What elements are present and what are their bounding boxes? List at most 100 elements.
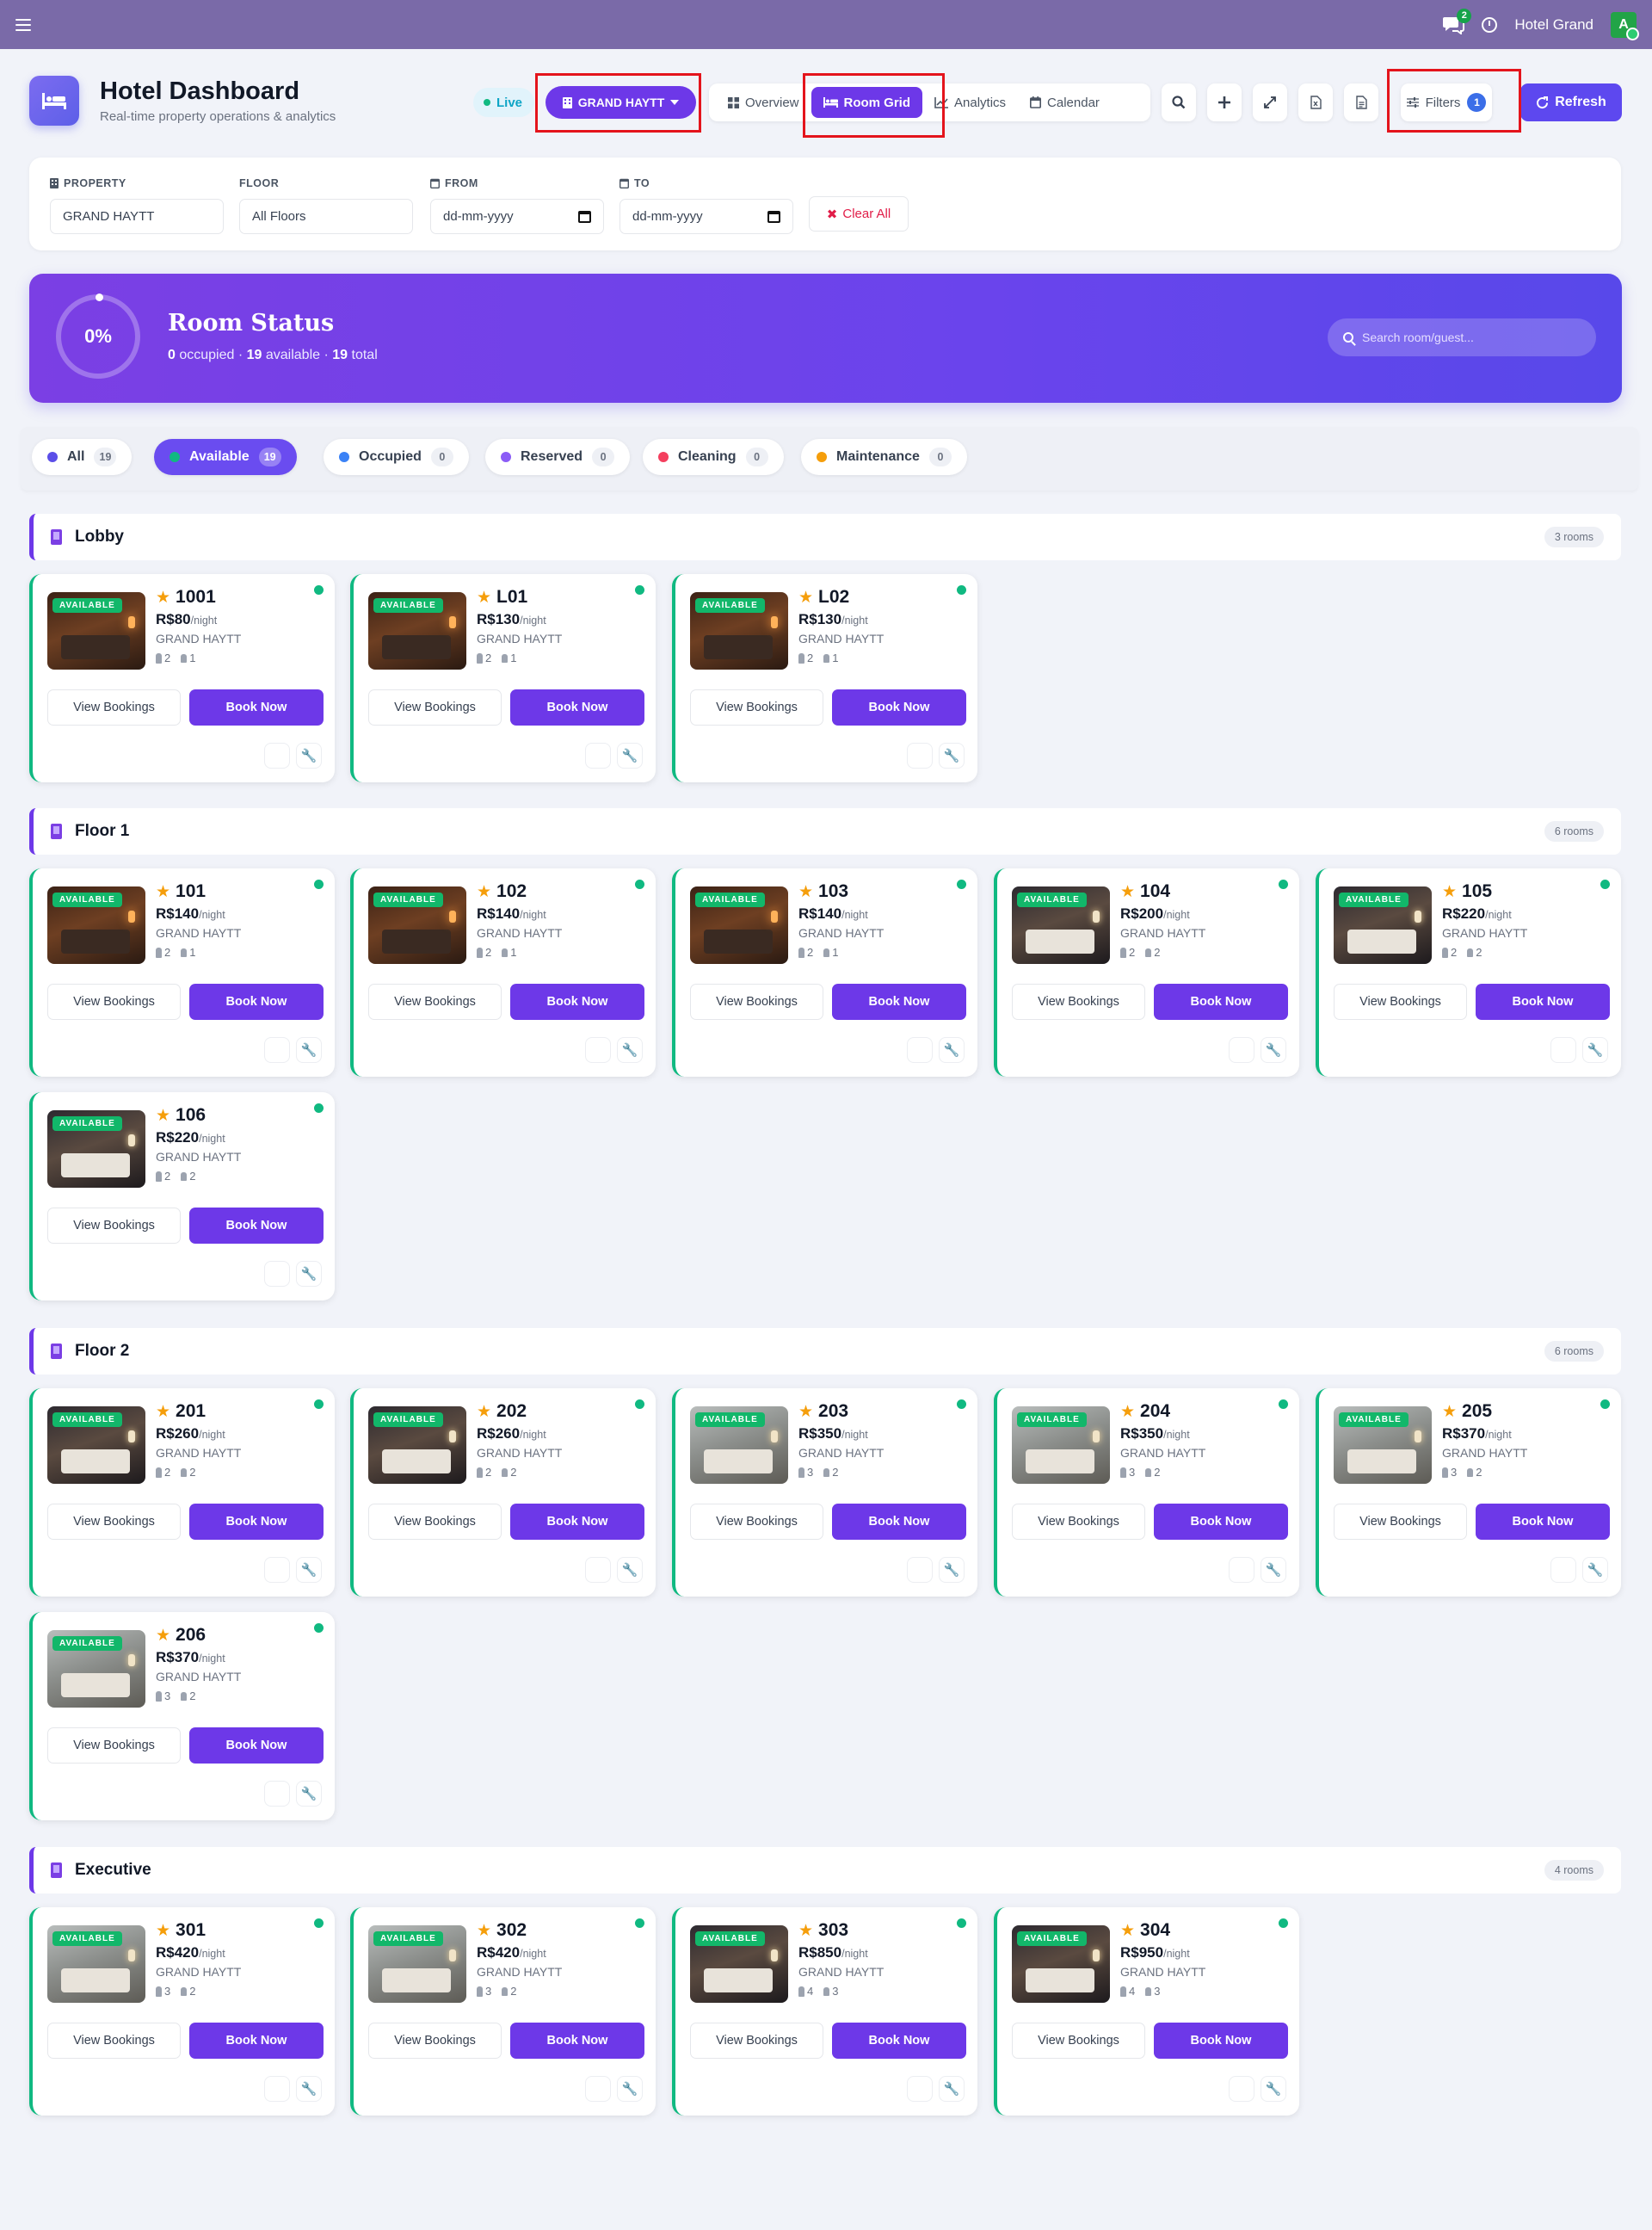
view-bookings-button[interactable]: View Bookings xyxy=(47,689,181,726)
book-now-button[interactable]: Book Now xyxy=(832,1504,966,1540)
maintenance-button[interactable]: 🔧 xyxy=(1261,2076,1286,2102)
book-now-button[interactable]: Book Now xyxy=(189,1727,324,1764)
view-bookings-button[interactable]: View Bookings xyxy=(690,1504,823,1540)
room-card[interactable]: AVAILABLE ★ 302 R$420/night GRAND HAYTT 3 2 Vie… xyxy=(350,1907,656,2116)
view-bookings-button[interactable]: View Bookings xyxy=(690,984,823,1020)
maintenance-button[interactable]: 🔧 xyxy=(939,743,965,769)
book-now-button[interactable]: Book Now xyxy=(510,689,644,726)
room-option-button[interactable] xyxy=(264,1781,290,1807)
date-picker-icon[interactable] xyxy=(767,210,780,223)
room-card[interactable]: AVAILABLE ★ 104 R$200/night GRAND HAYTT 2 2 Vie… xyxy=(994,868,1299,1077)
room-option-button[interactable] xyxy=(264,1037,290,1063)
room-option-button[interactable] xyxy=(1550,1037,1576,1063)
clear-all-button[interactable]: ✖ Clear All xyxy=(809,196,909,232)
maintenance-button[interactable]: 🔧 xyxy=(939,1037,965,1063)
search-button[interactable] xyxy=(1162,83,1196,121)
room-option-button[interactable] xyxy=(1229,1557,1254,1583)
room-card[interactable]: AVAILABLE ★ L02 R$130/night GRAND HAYTT 2 1 Vie… xyxy=(672,574,977,782)
book-now-button[interactable]: Book Now xyxy=(832,984,966,1020)
maintenance-button[interactable]: 🔧 xyxy=(296,1261,322,1287)
property-select[interactable]: GRAND HAYTT xyxy=(50,199,224,234)
maintenance-button[interactable]: 🔧 xyxy=(1261,1037,1286,1063)
book-now-button[interactable]: Book Now xyxy=(189,1208,324,1244)
room-option-button[interactable] xyxy=(264,1261,290,1287)
status-chip-available[interactable]: Available 19 xyxy=(154,439,297,475)
refresh-button[interactable]: Refresh xyxy=(1520,83,1622,121)
room-card[interactable]: AVAILABLE ★ 202 R$260/night GRAND HAYTT 2 2 Vie… xyxy=(350,1388,656,1597)
chat-notifications-icon[interactable]: 2 xyxy=(1442,8,1472,35)
view-bookings-button[interactable]: View Bookings xyxy=(368,689,502,726)
maintenance-button[interactable]: 🔧 xyxy=(296,1037,322,1063)
view-bookings-button[interactable]: View Bookings xyxy=(368,1504,502,1540)
room-option-button[interactable] xyxy=(1550,1557,1576,1583)
room-card[interactable]: AVAILABLE ★ 1001 R$80/night GRAND HAYTT 2 1 Vie… xyxy=(29,574,335,782)
view-bookings-button[interactable]: View Bookings xyxy=(1012,1504,1145,1540)
property-selector-button[interactable]: GRAND HAYTT xyxy=(546,86,696,119)
view-bookings-button[interactable]: View Bookings xyxy=(1012,984,1145,1020)
export-excel-button[interactable] xyxy=(1298,83,1333,121)
view-bookings-button[interactable]: View Bookings xyxy=(690,2023,823,2059)
book-now-button[interactable]: Book Now xyxy=(1476,984,1610,1020)
room-card[interactable]: AVAILABLE ★ 203 R$350/night GRAND HAYTT 3 2 Vie… xyxy=(672,1388,977,1597)
room-option-button[interactable] xyxy=(264,2076,290,2102)
room-option-button[interactable] xyxy=(907,1037,933,1063)
maintenance-button[interactable]: 🔧 xyxy=(939,2076,965,2102)
room-option-button[interactable] xyxy=(585,1037,611,1063)
status-chip-reserved[interactable]: Reserved 0 xyxy=(485,439,631,475)
room-search-input[interactable]: Search room/guest... xyxy=(1328,318,1596,356)
room-card[interactable]: AVAILABLE ★ 105 R$220/night GRAND HAYTT 2 2 Vie… xyxy=(1316,868,1621,1077)
view-bookings-button[interactable]: View Bookings xyxy=(368,2023,502,2059)
book-now-button[interactable]: Book Now xyxy=(832,689,966,726)
status-chip-occupied[interactable]: Occupied 0 xyxy=(324,439,469,475)
room-card[interactable]: AVAILABLE ★ 304 R$950/night GRAND HAYTT 4 3 Vie… xyxy=(994,1907,1299,2116)
view-bookings-button[interactable]: View Bookings xyxy=(47,1504,181,1540)
to-date-input[interactable]: dd-mm-yyyy xyxy=(620,199,793,234)
room-option-button[interactable] xyxy=(907,2076,933,2102)
book-now-button[interactable]: Book Now xyxy=(1154,984,1288,1020)
room-card[interactable]: AVAILABLE ★ 106 R$220/night GRAND HAYTT 2 2 Vie… xyxy=(29,1092,335,1300)
room-option-button[interactable] xyxy=(907,1557,933,1583)
view-bookings-button[interactable]: View Bookings xyxy=(690,689,823,726)
book-now-button[interactable]: Book Now xyxy=(1154,1504,1288,1540)
fullscreen-button[interactable] xyxy=(1253,83,1287,121)
avatar[interactable]: A xyxy=(1611,11,1639,40)
status-chip-all[interactable]: All 19 xyxy=(32,439,133,475)
room-card[interactable]: AVAILABLE ★ 201 R$260/night GRAND HAYTT 2 2 Vie… xyxy=(29,1388,335,1597)
date-picker-icon[interactable] xyxy=(578,210,591,223)
book-now-button[interactable]: Book Now xyxy=(510,2023,644,2059)
from-date-input[interactable]: dd-mm-yyyy xyxy=(430,199,604,234)
add-button[interactable] xyxy=(1207,83,1242,121)
room-card[interactable]: AVAILABLE ★ 204 R$350/night GRAND HAYTT 3 2 Vie… xyxy=(994,1388,1299,1597)
book-now-button[interactable]: Book Now xyxy=(1154,2023,1288,2059)
tab-analytics[interactable]: Analytics xyxy=(922,87,1018,118)
room-card[interactable]: AVAILABLE ★ 103 R$140/night GRAND HAYTT 2 1 Vie… xyxy=(672,868,977,1077)
room-option-button[interactable] xyxy=(907,743,933,769)
book-now-button[interactable]: Book Now xyxy=(189,2023,324,2059)
book-now-button[interactable]: Book Now xyxy=(832,2023,966,2059)
filters-button[interactable]: Filters 1 xyxy=(1401,83,1492,121)
room-card[interactable]: AVAILABLE ★ 205 R$370/night GRAND HAYTT 3 2 Vie… xyxy=(1316,1388,1621,1597)
view-bookings-button[interactable]: View Bookings xyxy=(1012,2023,1145,2059)
book-now-button[interactable]: Book Now xyxy=(510,1504,644,1540)
maintenance-button[interactable]: 🔧 xyxy=(1582,1037,1608,1063)
maintenance-button[interactable]: 🔧 xyxy=(617,743,643,769)
room-option-button[interactable] xyxy=(1229,1037,1254,1063)
view-bookings-button[interactable]: View Bookings xyxy=(47,1727,181,1764)
book-now-button[interactable]: Book Now xyxy=(510,984,644,1020)
room-card[interactable]: AVAILABLE ★ 102 R$140/night GRAND HAYTT 2 1 Vie… xyxy=(350,868,656,1077)
tab-calendar[interactable]: Calendar xyxy=(1018,87,1112,118)
room-option-button[interactable] xyxy=(264,743,290,769)
room-card[interactable]: AVAILABLE ★ 206 R$370/night GRAND HAYTT 3 2 Vie… xyxy=(29,1612,335,1820)
export-pdf-button[interactable] xyxy=(1344,83,1378,121)
view-bookings-button[interactable]: View Bookings xyxy=(1334,984,1467,1020)
room-card[interactable]: AVAILABLE ★ 301 R$420/night GRAND HAYTT 3 2 Vie… xyxy=(29,1907,335,2116)
maintenance-button[interactable]: 🔧 xyxy=(939,1557,965,1583)
room-option-button[interactable] xyxy=(585,743,611,769)
book-now-button[interactable]: Book Now xyxy=(189,689,324,726)
maintenance-button[interactable]: 🔧 xyxy=(296,2076,322,2102)
room-card[interactable]: AVAILABLE ★ 101 R$140/night GRAND HAYTT 2 1 Vie… xyxy=(29,868,335,1077)
room-option-button[interactable] xyxy=(1229,2076,1254,2102)
book-now-button[interactable]: Book Now xyxy=(189,1504,324,1540)
view-bookings-button[interactable]: View Bookings xyxy=(368,984,502,1020)
view-bookings-button[interactable]: View Bookings xyxy=(47,1208,181,1244)
